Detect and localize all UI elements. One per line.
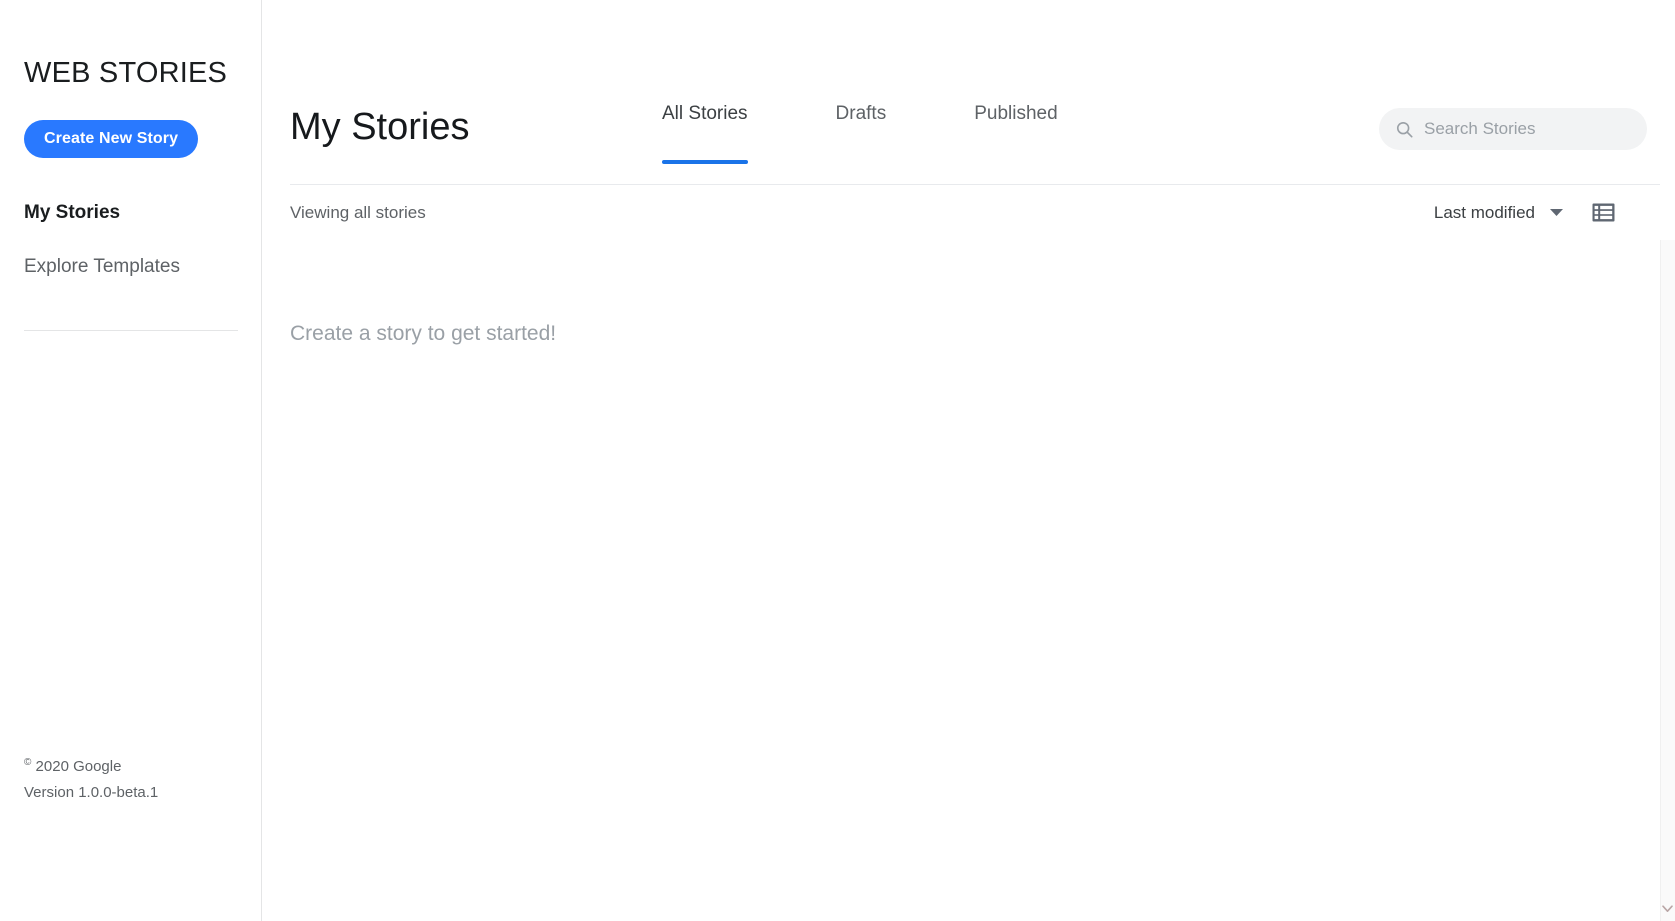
version-text: Version 1.0.0-beta.1 (24, 784, 159, 801)
tab-bar: All Stories Drafts Published (662, 100, 1058, 184)
sort-dropdown[interactable]: Last modified (1434, 203, 1564, 223)
chevron-down-icon (1549, 208, 1564, 217)
sort-dropdown-label: Last modified (1433, 202, 1535, 222)
sidebar-footer: © 2020 Google Version 1.0.0-beta.1 (24, 750, 254, 806)
sidebar-divider (24, 330, 238, 331)
empty-state-message: Create a story to get started! (290, 322, 557, 345)
search-icon (1395, 120, 1414, 139)
sidebar-nav: My Stories Explore Templates (24, 200, 238, 280)
web-stories-dashboard: WEB STORIES Create New Story My Stories … (0, 0, 1675, 921)
create-new-story-button[interactable]: Create New Story (24, 120, 199, 158)
toolbar-actions: Last modified (1434, 203, 1643, 223)
tab-all-stories[interactable]: All Stories (662, 100, 748, 164)
copyright-text: © 2020 Google (24, 750, 254, 780)
search-input[interactable] (1424, 119, 1631, 139)
list-view-icon (1592, 203, 1615, 222)
brand-title: WEB STORIES (24, 57, 228, 89)
main-header: My Stories All Stories Drafts Published (262, 0, 1675, 184)
chevron-down-icon (1662, 905, 1673, 913)
sidebar-item-my-stories[interactable]: My Stories (24, 200, 238, 226)
stories-toolbar: Viewing all stories Last modified (290, 184, 1675, 240)
page-title: My Stories (290, 106, 470, 148)
scrollbar-down-arrow[interactable] (1660, 905, 1675, 913)
main-content: My Stories All Stories Drafts Published … (262, 0, 1675, 921)
sidebar: WEB STORIES Create New Story My Stories … (0, 0, 262, 921)
copyright-year-label: 2020 Google (31, 758, 122, 775)
page-scrollbar[interactable] (1660, 0, 1675, 921)
viewing-label: Viewing all stories (290, 202, 426, 222)
tab-drafts[interactable]: Drafts (836, 100, 887, 164)
sidebar-item-explore-templates[interactable]: Explore Templates (24, 254, 238, 280)
scrollbar-track[interactable] (1660, 240, 1675, 921)
search-stories-container[interactable] (1379, 108, 1647, 150)
tab-published[interactable]: Published (974, 100, 1057, 164)
list-view-toggle-button[interactable] (1592, 203, 1615, 222)
